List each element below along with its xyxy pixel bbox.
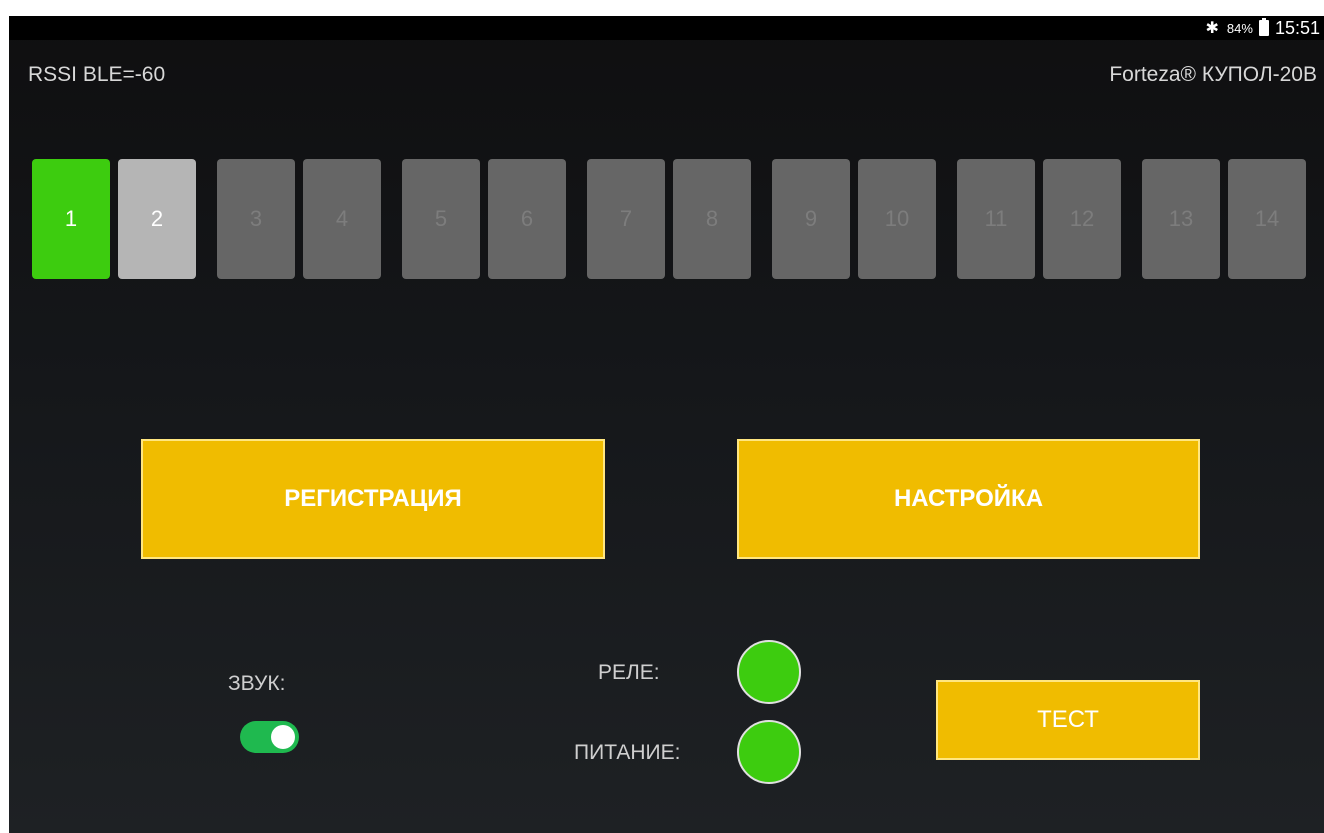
bluetooth-icon: ✱ (1205, 20, 1219, 37)
channel-9-button[interactable]: 9 (772, 159, 850, 279)
toggle-knob (271, 725, 295, 749)
channel-12-button[interactable]: 12 (1043, 159, 1121, 279)
channel-2-button[interactable]: 2 (118, 159, 196, 279)
channel-11-button[interactable]: 11 (957, 159, 1035, 279)
channel-10-button[interactable]: 10 (858, 159, 936, 279)
channel-3-button[interactable]: 3 (217, 159, 295, 279)
test-button[interactable]: ТЕСТ (936, 680, 1200, 760)
channel-1-button[interactable]: 1 (32, 159, 110, 279)
clock: 15:51 (1274, 17, 1320, 38)
status-bar: ✱ 84% 15:51 (9, 16, 1324, 40)
battery-icon (1258, 18, 1269, 36)
channel-5-button[interactable]: 5 (402, 159, 480, 279)
channel-4-button[interactable]: 4 (303, 159, 381, 279)
relay-indicator (737, 640, 801, 704)
sound-toggle[interactable] (240, 721, 299, 753)
battery-percent: 84% (1226, 20, 1253, 36)
device-name: Forteza® КУПОЛ-20В (1109, 63, 1317, 86)
registration-button[interactable]: РЕГИСТРАЦИЯ (141, 439, 605, 559)
relay-label: РЕЛЕ: (598, 661, 660, 684)
power-indicator (737, 720, 801, 784)
channel-14-button[interactable]: 14 (1228, 159, 1306, 279)
channel-13-button[interactable]: 13 (1142, 159, 1220, 279)
channel-8-button[interactable]: 8 (673, 159, 751, 279)
settings-button[interactable]: НАСТРОЙКА (737, 439, 1200, 559)
channel-7-button[interactable]: 7 (587, 159, 665, 279)
app-screen: ✱ 84% 15:51 RSSI BLE=-60 Forteza® КУПОЛ-… (9, 16, 1324, 833)
channel-6-button[interactable]: 6 (488, 159, 566, 279)
power-label: ПИТАНИЕ: (574, 741, 681, 764)
rssi-readout: RSSI BLE=-60 (28, 63, 166, 86)
sound-label: ЗВУК: (228, 672, 286, 695)
